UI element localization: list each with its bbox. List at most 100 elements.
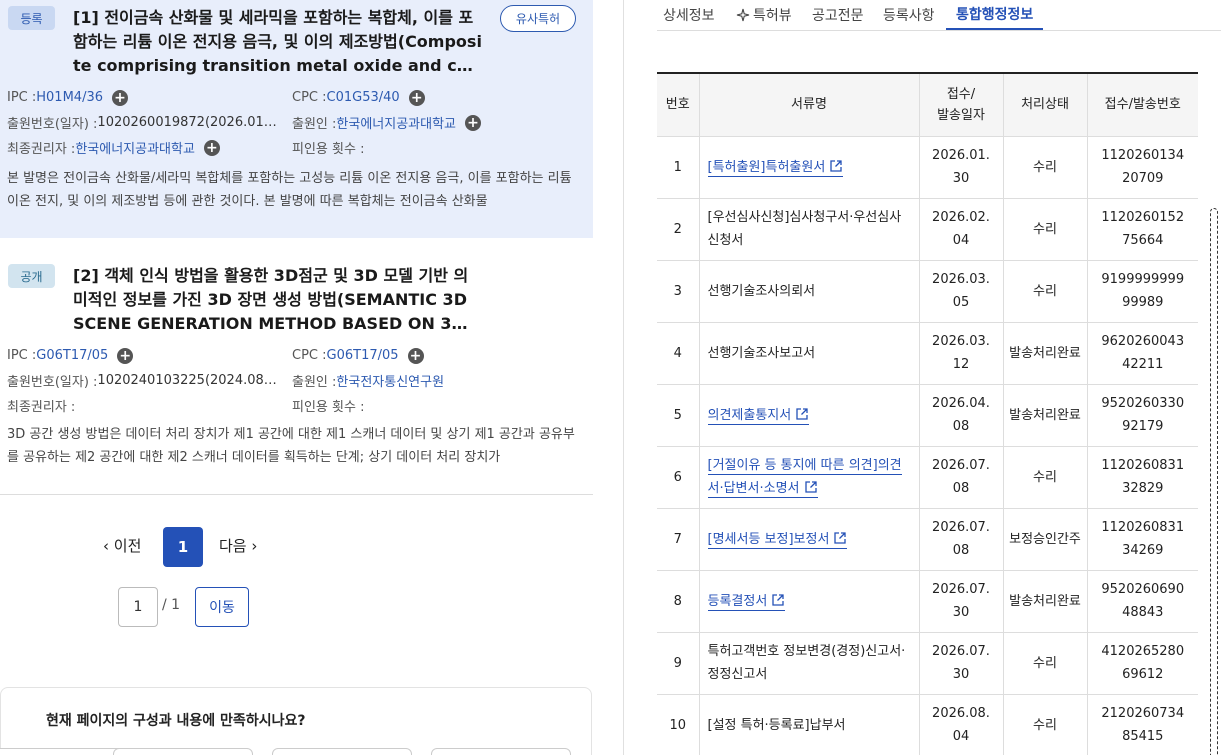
go-page-button[interactable]: 이동: [195, 587, 249, 627]
applicant-name[interactable]: 한국전자통신연구원: [336, 371, 444, 390]
table-row: 8 등록결정서 2026.07.30 발송처리완료 9520260690 48843: [657, 570, 1198, 633]
cell-no: 9: [657, 632, 700, 695]
plus-icon[interactable]: +: [203, 139, 220, 156]
cell-number: 9520260690 48843: [1087, 570, 1198, 633]
table-row: 4 선행기술조사보고서 2026.03.12 발송처리완료 9620260043 422…: [657, 322, 1198, 385]
status-text: 수리: [1033, 469, 1057, 485]
plus-icon[interactable]: +: [112, 89, 128, 106]
cell-status: 수리: [1003, 694, 1088, 755]
cpc-code[interactable]: G06T17/05: [327, 348, 399, 363]
document-name: [특허출원]특허출원서: [707, 159, 826, 175]
document-name: [우선심사신청]심사청구서·우선심사신청서: [707, 210, 902, 248]
plus-icon[interactable]: +: [407, 347, 424, 364]
divider: [0, 494, 593, 495]
result-title[interactable]: [1] 전이금속 산화물 및 세라믹을 포함하는 복합체, 이를 포함하는 리튬…: [73, 6, 483, 78]
tab-registration[interactable]: 등록사항: [883, 0, 935, 30]
survey-option[interactable]: [113, 748, 253, 755]
tab-publication[interactable]: 공고전문: [812, 0, 864, 30]
external-link-icon: [830, 159, 842, 172]
document-link[interactable]: 의견제출통지서: [707, 407, 810, 425]
applicant-label: 출원인 :: [292, 375, 337, 390]
date-text: 2026.03.12: [932, 334, 990, 372]
status-text: 수리: [1033, 221, 1057, 237]
cpc-code[interactable]: C01G53/40: [327, 90, 400, 105]
appno-label: 출원번호(일자) :: [7, 375, 98, 390]
document-name: 등록결정서: [707, 593, 768, 609]
cell-status: 수리: [1003, 260, 1088, 323]
application-number: 1020260019872(2026.01.30): [97, 115, 278, 130]
prev-label: 이전: [113, 537, 142, 555]
cell-number: 9520260330 92179: [1087, 384, 1198, 447]
col-header-number: 접수/발송번호: [1087, 73, 1198, 137]
status-text: 발송처리완료: [1009, 407, 1081, 423]
cell-no: 2: [657, 198, 700, 261]
cell-docname: 의견제출통지서: [699, 384, 920, 447]
document-link[interactable]: [특허출원]특허출원서: [707, 159, 844, 177]
scrollbar[interactable]: [1210, 208, 1218, 755]
cell-no: 7: [657, 508, 700, 571]
result-title[interactable]: [2] 객체 인식 방법을 활용한 3D점군 및 3D 모델 기반 의미적인 정…: [73, 264, 473, 336]
date-text: 2026.07.30: [932, 644, 990, 682]
table-row: 9 특허고객번호 정보변경(경정)신고서·정정신고서 2026.07.30 수리 412…: [657, 632, 1198, 695]
document-name: 선행기술조사보고서: [707, 345, 816, 361]
cell-no: 8: [657, 570, 700, 633]
table-row: 5 의견제출통지서 2026.04.08 발송처리완료 9520260330 92179: [657, 384, 1198, 447]
applicant-name[interactable]: 한국에너지공과대학교: [336, 113, 456, 132]
admin-document-table: 번호 서류명 접수/ 발송일자 처리상태 접수/발송번호 1 [특허출원]특허출원…: [657, 72, 1198, 755]
cell-status: 발송처리완료: [1003, 384, 1088, 447]
detail-pane: 상세정보 특허뷰 공고전문 등록사항 통합행정정보 번호 서류명 접수/ 발송일…: [657, 0, 1221, 755]
plus-icon[interactable]: +: [117, 347, 134, 364]
tab-patent-view[interactable]: 특허뷰: [735, 0, 792, 30]
cell-number: 1120260152 75664: [1087, 198, 1198, 261]
cell-docname: [거절이유 등 통지에 따른 의견]의견서·답변서·소명서: [699, 446, 920, 509]
cell-date: 2026.08.04: [919, 694, 1004, 755]
page-number-input[interactable]: [118, 587, 158, 627]
survey-option[interactable]: [272, 748, 412, 755]
cited-label: 피인용 횟수 :: [292, 400, 365, 415]
prev-page-button[interactable]: ‹ 이전: [103, 535, 141, 556]
next-page-button[interactable]: 다음 ›: [219, 535, 257, 556]
result-meta: IPC : H01M4/36 + CPC : C01G53/40 + 출원번호(일자…: [7, 85, 577, 160]
application-number: 1020240103225(2024.08.02): [97, 373, 278, 388]
document-name: 선행기술조사의뢰서: [707, 283, 816, 299]
date-text: 2026.08.04: [932, 706, 990, 744]
status-text: 수리: [1033, 159, 1057, 175]
date-text: 2026.01.30: [932, 148, 990, 186]
survey-question: 현재 페이지의 구성과 내용에 만족하시나요?: [46, 713, 306, 729]
search-results-pane: 등록 [1] 전이금속 산화물 및 세라믹을 포함하는 복합체, 이를 포함하는…: [0, 0, 593, 755]
cell-number: 4120265280 69612: [1087, 632, 1198, 695]
document-link[interactable]: [명세서등 보정]보정서: [707, 531, 848, 549]
pagination: ‹ 이전 1 다음 ›: [0, 527, 593, 567]
document-link[interactable]: [거절이유 등 통지에 따른 의견]의견서·답변서·소명서: [707, 458, 902, 498]
result-item-1[interactable]: 등록 [1] 전이금속 산화물 및 세라믹을 포함하는 복합체, 이를 포함하는…: [0, 0, 593, 238]
holder-name[interactable]: 한국에너지공과대학교: [75, 138, 195, 157]
cell-number: 2120260734 85415: [1087, 694, 1198, 755]
ipc-code[interactable]: G06T17/05: [36, 348, 108, 363]
status-badge: 공개: [8, 264, 55, 288]
status-badge: 등록: [8, 6, 55, 30]
result-item-2[interactable]: 공개 [2] 객체 인식 방법을 활용한 3D점군 및 3D 모델 기반 의미적…: [0, 238, 593, 496]
ipc-code[interactable]: H01M4/36: [36, 90, 103, 105]
tab-detail[interactable]: 상세정보: [663, 0, 715, 30]
document-link[interactable]: 등록결정서: [707, 593, 786, 611]
plus-icon[interactable]: +: [465, 114, 482, 131]
cell-number: 9620260043 42211: [1087, 322, 1198, 385]
result-meta: IPC : G06T17/05 + CPC : G06T17/05 + 출원번호(일…: [7, 343, 577, 418]
survey-option[interactable]: [0, 748, 131, 755]
table-row: 3 선행기술조사의뢰서 2026.03.05 수리 9199999999 99989: [657, 260, 1198, 323]
tab-integrated-admin[interactable]: 통합행정정보: [946, 0, 1044, 30]
date-text: 2026.07.08: [932, 458, 990, 496]
holder-label: 최종권리자 :: [7, 400, 76, 415]
tab-label: 특허뷰: [753, 8, 792, 24]
cell-status: 수리: [1003, 632, 1088, 695]
cell-number: 1120260831 32829: [1087, 446, 1198, 509]
cell-docname: [특허출원]특허출원서: [699, 136, 920, 199]
ipc-label: IPC :: [7, 348, 37, 363]
survey-option[interactable]: [431, 748, 571, 755]
next-label: 다음: [219, 537, 247, 555]
similar-patent-button[interactable]: 유사특허: [500, 5, 576, 32]
plus-icon[interactable]: +: [408, 89, 425, 106]
page-button-current[interactable]: 1: [163, 527, 203, 567]
cell-no: 10: [657, 694, 700, 755]
cell-no: 1: [657, 136, 700, 199]
